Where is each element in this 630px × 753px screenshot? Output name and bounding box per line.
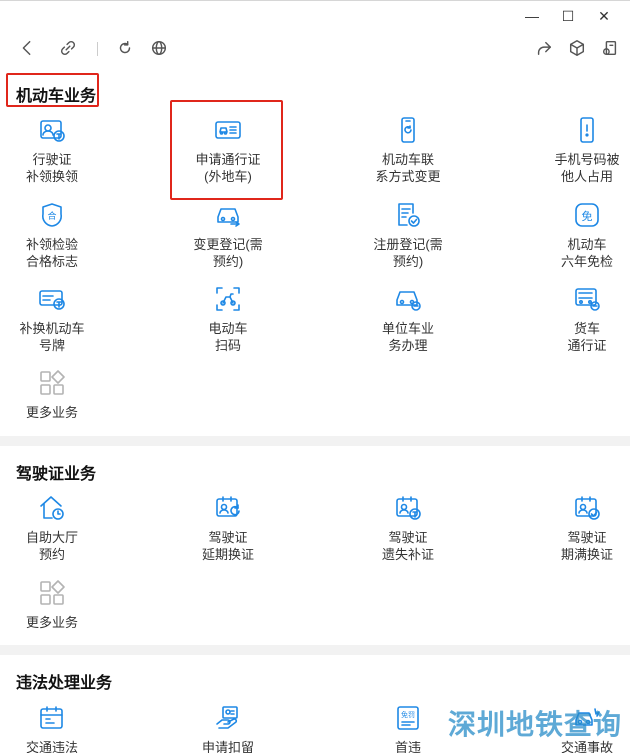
window-top-border xyxy=(0,0,630,1)
license-expire-icon xyxy=(572,493,602,523)
calendar-icon xyxy=(37,703,67,733)
section-title-driver: 驾驶证业务 xyxy=(16,466,97,483)
item-label: 补换机动车 号牌 xyxy=(19,321,85,353)
item-traffic-violation[interactable]: 交通违法 xyxy=(0,703,112,753)
item-more-vehicle[interactable]: 更多业务 xyxy=(0,368,112,421)
item-label: 机动车 六年免检 xyxy=(560,237,613,269)
watermark-text: 深圳地铁查询 xyxy=(447,708,622,741)
item-license-expire[interactable]: 驾驶证 期满换证 xyxy=(527,493,630,563)
car-change-icon xyxy=(213,200,243,230)
item-truck-pass[interactable]: 货车 通行证 xyxy=(527,284,630,354)
item-label: 单位车业 务办理 xyxy=(381,321,434,353)
item-change-registration[interactable]: 变更登记(需 预约) xyxy=(168,200,288,270)
item-ebike-scan[interactable]: 电动车 扫码 xyxy=(168,284,288,354)
globe-icon[interactable] xyxy=(146,34,172,62)
item-label: 申请扣留 xyxy=(201,740,254,753)
window-controls: — ☐ ✕ xyxy=(514,6,622,26)
item-label: 注册登记(需 预约) xyxy=(373,237,443,269)
item-apply-detain[interactable]: 申请扣留 xyxy=(168,703,288,753)
more-grid-icon xyxy=(37,368,67,398)
item-label: 机动车联 系方式变更 xyxy=(375,152,441,184)
item-license-lost[interactable]: 驾驶证 遗失补证 xyxy=(348,493,468,563)
item-label: 变更登记(需 预约) xyxy=(193,237,263,269)
shield-icon: 合 xyxy=(37,200,67,230)
license-lost-icon xyxy=(393,493,423,523)
exit-icon[interactable] xyxy=(597,34,623,62)
item-label: 自助大厅 预约 xyxy=(25,530,78,562)
item-label: 申请通行证 (外地车) xyxy=(195,152,261,184)
item-more-driver[interactable]: 更多业务 xyxy=(0,578,112,631)
item-label: 首违 xyxy=(394,740,421,753)
register-doc-icon xyxy=(393,200,423,230)
item-license-reissue[interactable]: 行驶证 补领换领 xyxy=(0,115,112,185)
item-label: 交通违法 xyxy=(25,740,78,753)
license-renew-icon xyxy=(213,493,243,523)
item-label: 手机号码被 他人占用 xyxy=(554,152,620,184)
section-divider xyxy=(0,436,630,446)
item-label: 货车 通行证 xyxy=(567,321,607,353)
svg-text:免: 免 xyxy=(582,209,593,223)
item-pass-apply[interactable]: 申请通行证 (外地车) xyxy=(168,115,288,185)
back-icon[interactable] xyxy=(14,34,40,62)
hall-clock-icon xyxy=(37,493,67,523)
item-label: 驾驶证 延期换证 xyxy=(201,530,254,562)
item-label: 行驶证 补领换领 xyxy=(25,152,78,184)
item-six-year-exempt[interactable]: 免 机动车 六年免检 xyxy=(527,200,630,270)
plate-icon xyxy=(37,284,67,314)
scooter-scan-icon xyxy=(213,284,243,314)
more-grid-icon xyxy=(37,578,67,608)
item-inspection-mark[interactable]: 合 补领检验 合格标志 xyxy=(0,200,112,270)
section-divider xyxy=(0,645,630,655)
item-plate-replace[interactable]: 补换机动车 号牌 xyxy=(0,284,112,354)
svg-text:合: 合 xyxy=(47,210,56,222)
maximize-button[interactable]: ☐ xyxy=(550,6,586,26)
item-label: 驾驶证 遗失补证 xyxy=(381,530,434,562)
item-register[interactable]: 注册登记(需 预约) xyxy=(348,200,468,270)
toolbar xyxy=(0,34,630,64)
close-button[interactable]: ✕ xyxy=(586,6,622,26)
first-offense-icon: 免罚 xyxy=(393,703,423,733)
phone-refresh-icon xyxy=(393,115,423,145)
item-label: 更多业务 xyxy=(25,405,78,420)
item-phone-occupied[interactable]: 手机号码被 他人占用 xyxy=(527,115,630,185)
item-company-vehicle[interactable]: 单位车业 务办理 xyxy=(348,284,468,354)
item-license-extend[interactable]: 驾驶证 延期换证 xyxy=(168,493,288,563)
pass-card-icon xyxy=(213,115,243,145)
hand-card-icon xyxy=(213,703,243,733)
refresh-icon[interactable] xyxy=(112,34,138,62)
exempt-icon: 免 xyxy=(572,200,602,230)
svg-text:免罚: 免罚 xyxy=(401,710,415,719)
item-label: 补领检验 合格标志 xyxy=(25,237,78,269)
minimize-button[interactable]: — xyxy=(514,6,550,26)
section-title-violation: 违法处理业务 xyxy=(16,675,113,692)
item-label: 更多业务 xyxy=(25,615,78,630)
item-label: 电动车 扫码 xyxy=(208,321,248,353)
item-hall-booking[interactable]: 自助大厅 预约 xyxy=(0,493,112,563)
truck-pass-icon xyxy=(572,284,602,314)
share-icon[interactable] xyxy=(531,34,557,62)
phone-alert-icon xyxy=(572,115,602,145)
license-card-icon xyxy=(37,115,67,145)
item-contact-change[interactable]: 机动车联 系方式变更 xyxy=(348,115,468,185)
link-icon[interactable] xyxy=(55,34,81,62)
highlight-box-title xyxy=(6,73,99,107)
item-label: 驾驶证 期满换证 xyxy=(560,530,613,562)
company-car-icon xyxy=(393,284,423,314)
cube-icon[interactable] xyxy=(564,34,590,62)
toolbar-separator xyxy=(97,42,98,56)
